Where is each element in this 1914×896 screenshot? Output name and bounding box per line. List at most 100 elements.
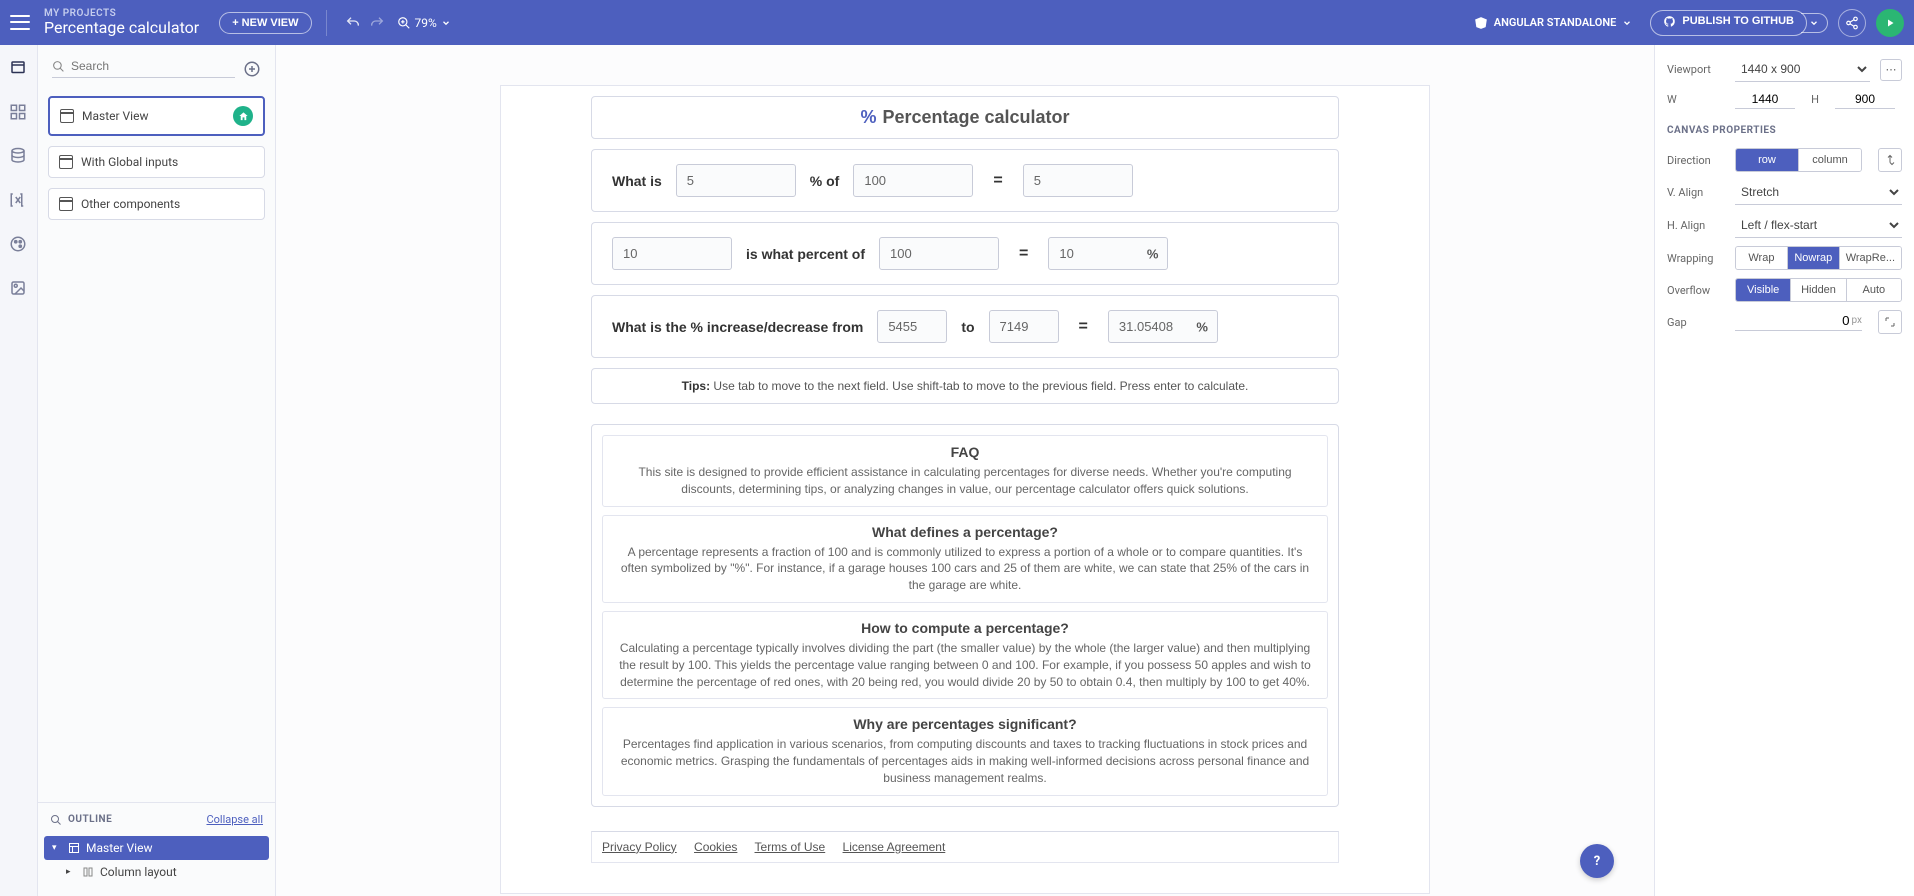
overflow-auto-button[interactable]: Auto bbox=[1847, 279, 1901, 301]
components-rail-icon[interactable] bbox=[9, 103, 29, 123]
app-title: % Percentage calculator bbox=[591, 96, 1339, 139]
add-view-button[interactable] bbox=[243, 60, 261, 78]
faq-body: Percentages find application in various … bbox=[615, 736, 1315, 786]
overflow-visible-button[interactable]: Visible bbox=[1736, 279, 1791, 301]
view-icon bbox=[60, 109, 74, 123]
publish-dropdown-button[interactable] bbox=[1801, 13, 1828, 33]
halign-select[interactable]: Left / flex-start bbox=[1735, 213, 1902, 238]
hamburger-menu-icon[interactable] bbox=[10, 13, 30, 33]
tree-row-master-view[interactable]: ▾ Master View bbox=[44, 836, 269, 860]
faq-title: How to compute a percentage? bbox=[615, 620, 1315, 636]
share-icon bbox=[1845, 16, 1859, 30]
search-input[interactable] bbox=[71, 59, 235, 73]
direction-label: Direction bbox=[1667, 154, 1725, 167]
width-input[interactable] bbox=[1735, 90, 1795, 109]
gap-label: Gap bbox=[1667, 316, 1725, 329]
zoom-value: 79% bbox=[415, 16, 437, 30]
view-icon bbox=[59, 197, 73, 211]
variables-rail-icon[interactable] bbox=[9, 191, 29, 211]
outline-tree: ▾ Master View ▸ Column layout bbox=[38, 832, 275, 896]
calc-row-increase: What is the % increase/decrease from to … bbox=[591, 295, 1339, 358]
chevron-down-icon: ▾ bbox=[52, 843, 62, 853]
equals-label: = bbox=[993, 172, 1002, 190]
footer-link-privacy[interactable]: Privacy Policy bbox=[602, 840, 677, 854]
tree-row-column-layout[interactable]: ▸ Column layout bbox=[44, 860, 269, 884]
help-button[interactable]: ? bbox=[1580, 844, 1614, 878]
view-item-master[interactable]: Master View bbox=[48, 96, 265, 136]
result-output[interactable] bbox=[1023, 164, 1133, 197]
search-input-wrap[interactable] bbox=[52, 59, 235, 78]
view-item-other-components[interactable]: Other components bbox=[48, 188, 265, 220]
undo-icon[interactable] bbox=[341, 11, 365, 35]
wrap-button[interactable]: Wrap bbox=[1736, 247, 1788, 269]
chevron-right-icon: ▸ bbox=[66, 867, 76, 877]
preview-button[interactable] bbox=[1876, 9, 1904, 37]
theme-rail-icon[interactable] bbox=[9, 235, 29, 255]
tree-label: Column layout bbox=[100, 865, 177, 879]
gap-input[interactable] bbox=[1809, 313, 1849, 328]
swap-direction-button[interactable] bbox=[1878, 148, 1902, 172]
new-view-button[interactable]: + NEW VIEW bbox=[219, 12, 311, 34]
overflow-hidden-button[interactable]: Hidden bbox=[1791, 279, 1846, 301]
view-item-label: With Global inputs bbox=[81, 155, 178, 169]
wrapping-toggle: Wrap Nowrap WrapRe... bbox=[1735, 246, 1902, 270]
input-part[interactable] bbox=[612, 237, 732, 270]
height-label: H bbox=[1805, 93, 1825, 106]
home-badge-icon bbox=[233, 106, 253, 126]
input-percent[interactable] bbox=[676, 164, 796, 197]
faq-item: Why are percentages significant? Percent… bbox=[602, 707, 1328, 795]
publish-button[interactable]: PUBLISH TO GITHUB bbox=[1650, 10, 1807, 36]
canvas[interactable]: Master View % Percentage calculator What… bbox=[276, 45, 1654, 896]
redo-icon[interactable] bbox=[365, 11, 389, 35]
search-icon bbox=[50, 814, 62, 826]
expand-icon bbox=[1884, 316, 1896, 328]
valign-select[interactable]: Stretch bbox=[1735, 180, 1902, 205]
label: is what percent of bbox=[746, 246, 865, 262]
properties-panel: Viewport 1440 x 900 ⋯ W H CANVAS PROPERT… bbox=[1654, 45, 1914, 896]
faq-body: This site is designed to provide efficie… bbox=[615, 464, 1315, 498]
faq-body: A percentage represents a fraction of 10… bbox=[615, 544, 1315, 594]
framework-selector[interactable]: ANGULAR STANDALONE bbox=[1474, 16, 1633, 30]
github-icon bbox=[1663, 15, 1676, 28]
footer-link-cookies[interactable]: Cookies bbox=[694, 840, 737, 854]
assets-rail-icon[interactable] bbox=[9, 279, 29, 299]
share-button[interactable] bbox=[1838, 9, 1866, 37]
nowrap-button[interactable]: Nowrap bbox=[1788, 247, 1840, 269]
collapse-all-link[interactable]: Collapse all bbox=[206, 813, 263, 826]
left-rail bbox=[0, 45, 38, 896]
input-base[interactable] bbox=[853, 164, 973, 197]
zoom-control[interactable]: 79% bbox=[397, 16, 451, 30]
input-to[interactable] bbox=[989, 310, 1059, 343]
calc-row-iswhatpercent: is what percent of = % bbox=[591, 222, 1339, 285]
outline-title: OUTLINE bbox=[50, 814, 112, 826]
project-title: Percentage calculator bbox=[44, 19, 199, 37]
framework-label: ANGULAR STANDALONE bbox=[1494, 16, 1617, 29]
tips-label: Tips: bbox=[682, 379, 710, 393]
faq-block: FAQ This site is designed to provide eff… bbox=[591, 424, 1339, 807]
artboard[interactable]: % Percentage calculator What is % of = i… bbox=[500, 85, 1430, 894]
overflow-toggle: Visible Hidden Auto bbox=[1735, 278, 1902, 302]
footer-link-license[interactable]: License Agreement bbox=[843, 840, 946, 854]
input-whole[interactable] bbox=[879, 237, 999, 270]
tree-label: Master View bbox=[86, 841, 152, 855]
input-from[interactable] bbox=[877, 310, 947, 343]
equals-label: = bbox=[1079, 318, 1088, 336]
data-rail-icon[interactable] bbox=[9, 147, 29, 167]
direction-row-button[interactable]: row bbox=[1736, 149, 1799, 171]
wrapreverse-button[interactable]: WrapRe... bbox=[1840, 247, 1901, 269]
direction-column-button[interactable]: column bbox=[1799, 149, 1861, 171]
view-item-global-inputs[interactable]: With Global inputs bbox=[48, 146, 265, 178]
gap-expand-button[interactable] bbox=[1878, 310, 1902, 334]
overflow-label: Overflow bbox=[1667, 284, 1725, 297]
percent-suffix: % bbox=[1147, 246, 1159, 261]
canvas-props-title: CANVAS PROPERTIES bbox=[1667, 125, 1902, 136]
view-item-label: Other components bbox=[81, 197, 180, 211]
viewport-more-button[interactable]: ⋯ bbox=[1880, 59, 1902, 81]
height-input[interactable] bbox=[1835, 90, 1895, 109]
viewport-select[interactable]: 1440 x 900 bbox=[1735, 57, 1870, 82]
faq-item: What defines a percentage? A percentage … bbox=[602, 515, 1328, 603]
view-item-label: Master View bbox=[82, 109, 148, 123]
footer-link-terms[interactable]: Terms of Use bbox=[755, 840, 826, 854]
views-rail-icon[interactable] bbox=[9, 59, 29, 79]
percent-icon: % bbox=[860, 107, 876, 128]
